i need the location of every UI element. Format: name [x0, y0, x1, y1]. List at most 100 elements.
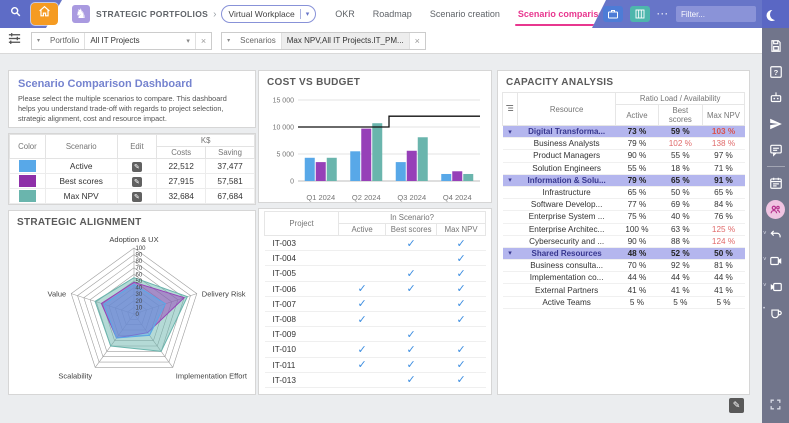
- col-ratio: Ratio Load / Availability: [616, 93, 745, 105]
- capacity-value: 71 %: [703, 162, 745, 174]
- video-out-button[interactable]: ˅: [762, 248, 789, 274]
- svg-text:Q1 2024: Q1 2024: [306, 193, 335, 202]
- capacity-group-row[interactable]: ▾Digital Transforma...73 %59 %103 %: [503, 126, 745, 138]
- scenario-color-cell: [10, 189, 46, 204]
- empty-cell: [503, 223, 518, 235]
- capacity-value: 75 %: [616, 211, 658, 223]
- check-icon: ✓: [386, 236, 437, 251]
- capacity-row: External Partners41 %41 %41 %: [503, 284, 745, 296]
- project-row: IT-011✓✓✓: [265, 357, 486, 372]
- notes-button[interactable]: [762, 137, 789, 163]
- edit-icon[interactable]: ✎: [132, 177, 142, 187]
- scenarios-filter-chip[interactable]: ▾ Scenarios Max NPV,All IT Projects.IT_P…: [221, 32, 426, 50]
- search-button[interactable]: [0, 0, 30, 28]
- project-row: IT-013✓✓: [265, 372, 486, 387]
- tab-okr[interactable]: OKR: [326, 0, 364, 28]
- svg-text:Adoption & UX: Adoption & UX: [109, 235, 158, 244]
- check-icon: ✓: [339, 342, 386, 357]
- svg-text:60: 60: [136, 272, 143, 278]
- capacity-value: 92 %: [658, 260, 702, 272]
- scenarios-filter-label: Scenarios: [235, 33, 282, 49]
- empty-cell: [503, 260, 518, 272]
- scenarios-filter-value[interactable]: Max NPV,All IT Projects.IT_PM...: [282, 33, 409, 49]
- portfolio-filter-chip[interactable]: ▾ Portfolio All IT Projects ▾ ×: [31, 32, 212, 50]
- send-button[interactable]: [762, 111, 789, 137]
- capacity-value: 79 %: [616, 174, 658, 186]
- project-row: IT-008✓✓: [265, 311, 486, 326]
- bot-icon: [769, 91, 783, 105]
- tab-roadmap[interactable]: Roadmap: [364, 0, 421, 28]
- color-swatch: [19, 190, 36, 202]
- scenario-row: Max NPV✎32,68467,684: [10, 189, 255, 204]
- scenario-saving: 37,477: [206, 159, 255, 174]
- filter-toolbar: ▾ Portfolio All IT Projects ▾ × ▾ Scenar…: [0, 28, 762, 54]
- check-icon: ✓: [386, 357, 437, 372]
- collapse-chevron-icon[interactable]: ▾: [503, 247, 518, 259]
- capacity-value: 65 %: [616, 186, 658, 198]
- portfolio-dropdown[interactable]: Virtual Workplace ▾: [221, 5, 316, 23]
- save-button[interactable]: [762, 33, 789, 59]
- check-icon: ✓: [437, 236, 486, 251]
- intro-description: Please select the multiple scenarios to …: [18, 94, 246, 125]
- capacity-row: Software Develop...77 %69 %84 %: [503, 199, 745, 211]
- empty-cell: [503, 296, 518, 308]
- home-button[interactable]: [31, 3, 58, 25]
- clear-scenarios-icon[interactable]: ×: [409, 33, 425, 49]
- empty-cell: [503, 211, 518, 223]
- filter-input[interactable]: [676, 6, 756, 22]
- briefcase-button[interactable]: [603, 6, 623, 22]
- intro-panel: Scenario Comparison Dashboard Please sel…: [8, 70, 256, 128]
- help-button[interactable]: ?: [762, 59, 789, 85]
- capacity-value: 5 %: [658, 296, 702, 308]
- col-saving: Saving: [206, 147, 255, 159]
- capacity-row: Implementation co...44 %44 %44 %: [503, 272, 745, 284]
- capacity-value: 50 %: [703, 247, 745, 259]
- video-in-icon: [769, 280, 783, 294]
- chevron-down-icon[interactable]: ▾: [181, 33, 195, 49]
- resource-name: External Partners: [518, 284, 616, 296]
- resource-name: Implementation co...: [518, 272, 616, 284]
- tab-scenario-comparison[interactable]: Scenario comparison: [509, 0, 619, 28]
- capacity-group-row[interactable]: ▾Shared Resources48 %52 %50 %: [503, 247, 745, 259]
- scenario-saving: 67,684: [206, 189, 255, 204]
- collapse-chevron-icon[interactable]: ▾: [503, 126, 518, 138]
- bot-button[interactable]: [762, 85, 789, 111]
- theme-toggle-button[interactable]: [762, 0, 789, 28]
- sliders-icon[interactable]: [7, 31, 22, 51]
- calendar-button[interactable]: [762, 170, 789, 196]
- edit-dashboard-button[interactable]: ✎: [729, 398, 744, 413]
- more-dots-icon[interactable]: ···: [657, 9, 669, 19]
- check-icon: ✓: [339, 281, 386, 296]
- resource-name: Enterprise Architec...: [518, 223, 616, 235]
- empty-cell: [503, 235, 518, 247]
- video-in-button[interactable]: ˅: [762, 274, 789, 300]
- radar-chart: 0102030405060708090100Adoption & UXDeliv…: [9, 230, 255, 392]
- capacity-value: 44 %: [658, 272, 702, 284]
- svg-text:10: 10: [136, 305, 143, 311]
- col-cap-npv: Max NPV: [703, 105, 745, 126]
- chevron-down-icon: ▾: [306, 10, 310, 18]
- capacity-value: 90 %: [616, 235, 658, 247]
- tree-icon[interactable]: [503, 93, 518, 126]
- cup-button[interactable]: •: [762, 300, 789, 326]
- svg-text:40: 40: [136, 286, 143, 292]
- resource-name: Business Analysts: [518, 138, 616, 150]
- undo-button[interactable]: ˅: [762, 222, 789, 248]
- scenario-edit-cell: ✎: [117, 174, 157, 189]
- project-id: IT-011: [265, 357, 339, 372]
- capacity-group-row[interactable]: ▾Information & Solu...79 %65 %91 %: [503, 174, 745, 186]
- edit-icon[interactable]: ✎: [132, 162, 142, 172]
- map-book-button[interactable]: [630, 6, 650, 22]
- scenario-color-cell: [10, 159, 46, 174]
- clear-portfolio-icon[interactable]: ×: [195, 33, 211, 49]
- users-button[interactable]: [762, 196, 789, 222]
- capacity-row: Cybersecurity and ...90 %88 %124 %: [503, 235, 745, 247]
- tab-scenario-creation[interactable]: Scenario creation: [421, 0, 509, 28]
- fullscreen-button[interactable]: [762, 391, 789, 417]
- capacity-value: 70 %: [616, 260, 658, 272]
- edit-icon[interactable]: ✎: [132, 192, 142, 202]
- portfolio-filter-value[interactable]: All IT Projects: [85, 33, 181, 49]
- chevron-mini-icon: ˅: [763, 283, 767, 289]
- capacity-value: 59 %: [658, 126, 702, 138]
- collapse-chevron-icon[interactable]: ▾: [503, 174, 518, 186]
